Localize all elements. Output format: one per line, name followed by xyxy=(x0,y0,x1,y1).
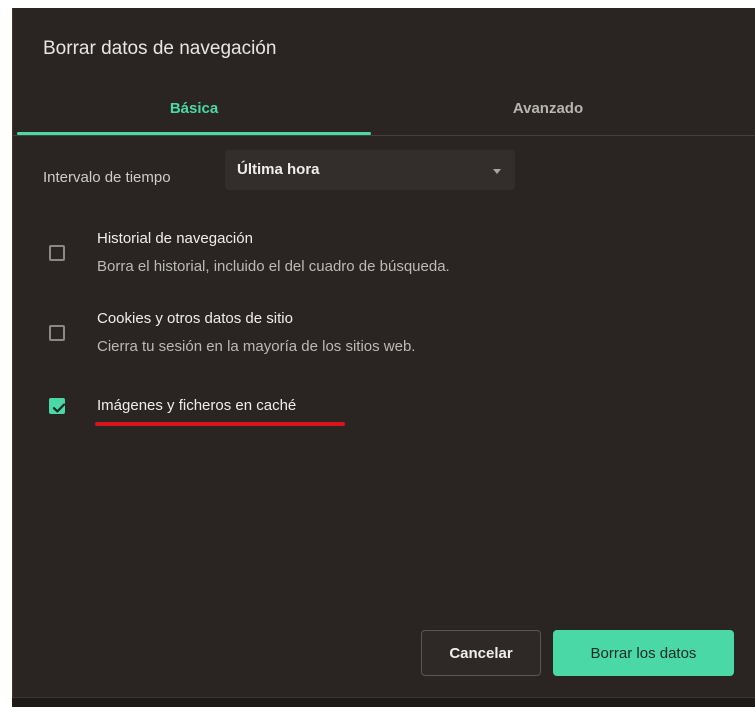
check-icon xyxy=(52,403,66,413)
option-description: Cierra tu sesión en la mayoría de los si… xyxy=(97,338,416,355)
browsing-history-checkbox[interactable] xyxy=(49,245,65,261)
cached-images-checkbox[interactable] xyxy=(49,398,66,414)
window-bottom-edge xyxy=(12,698,755,707)
tab-basic[interactable]: Básica xyxy=(17,80,371,136)
time-range-select[interactable]: Última hora xyxy=(225,150,515,190)
option-title: Cookies y otros datos de sitio xyxy=(97,310,293,327)
red-highlight-underline xyxy=(95,422,345,426)
time-range-label: Intervalo de tiempo xyxy=(43,169,171,186)
tab-advanced[interactable]: Avanzado xyxy=(371,80,725,136)
cancel-button[interactable]: Cancelar xyxy=(421,630,541,676)
option-description: Borra el historial, incluido el del cuad… xyxy=(97,258,450,275)
time-range-value: Última hora xyxy=(237,161,320,178)
clear-browsing-data-dialog: Borrar datos de navegación Básica Avanza… xyxy=(12,8,755,698)
option-title: Imágenes y ficheros en caché xyxy=(97,397,297,414)
option-title: Historial de navegación xyxy=(97,230,253,247)
tab-divider xyxy=(13,135,755,136)
dropdown-caret-icon xyxy=(493,169,501,174)
tab-bar: Básica Avanzado xyxy=(13,80,755,136)
cookies-checkbox[interactable] xyxy=(49,325,65,341)
dialog-title: Borrar datos de navegación xyxy=(43,38,277,59)
clear-data-button[interactable]: Borrar los datos xyxy=(553,630,734,676)
